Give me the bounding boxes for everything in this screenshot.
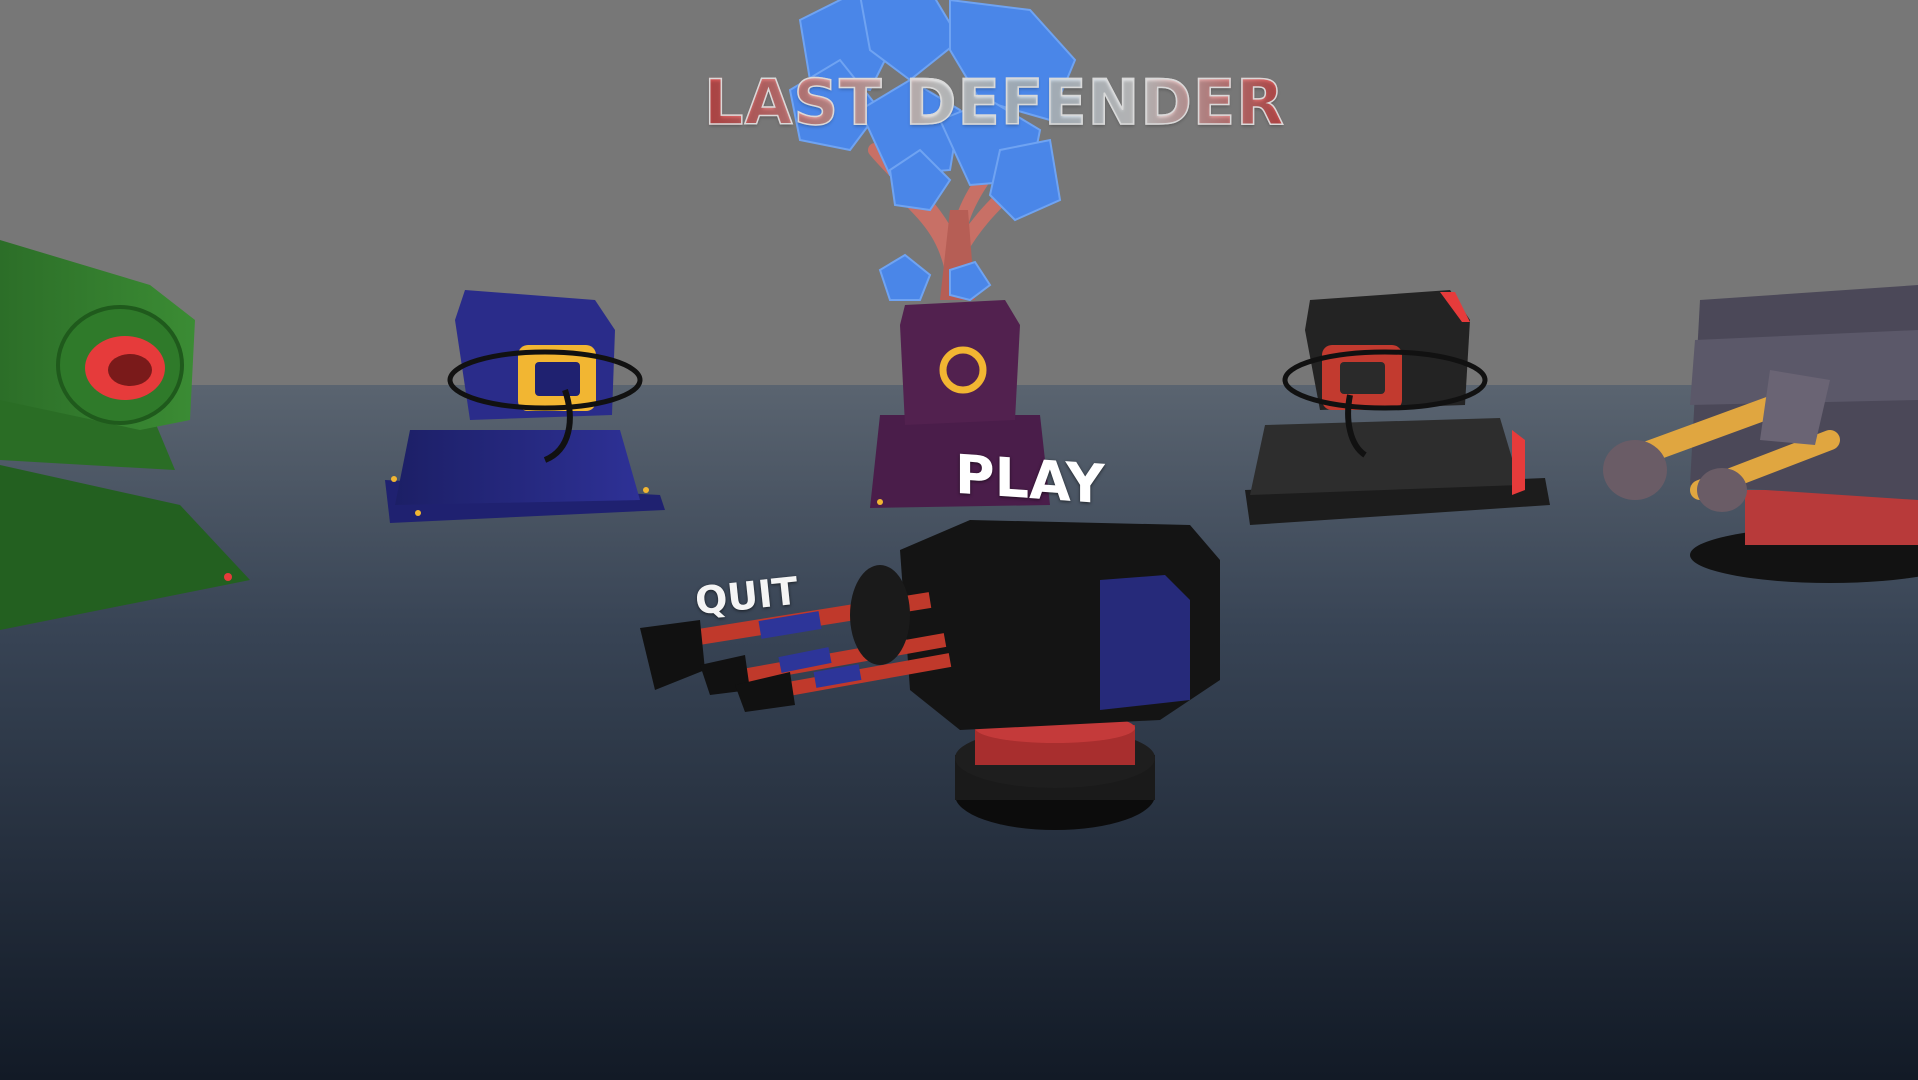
game-title: LAST DEFENDER — [703, 65, 1285, 140]
game-scene — [0, 0, 1918, 1080]
play-button[interactable]: PLAY — [955, 443, 1105, 516]
